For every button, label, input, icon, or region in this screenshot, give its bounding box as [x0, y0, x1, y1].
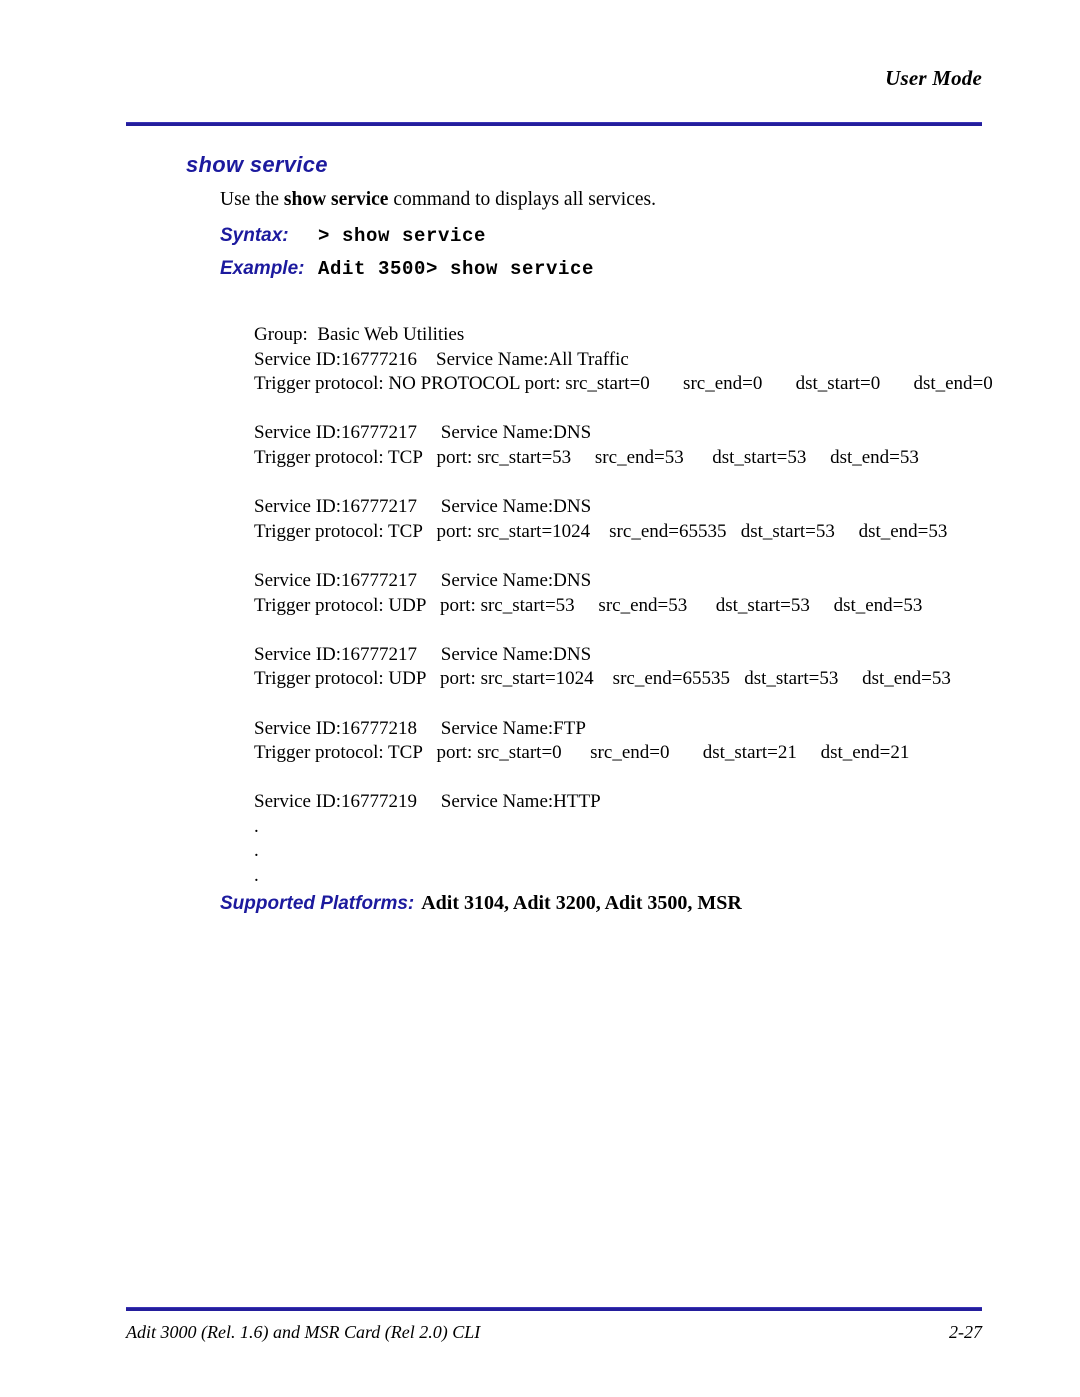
- output-continuation-dot: .: [254, 840, 259, 862]
- syntax-value: > show service: [318, 225, 487, 247]
- output-service-id-line: Service ID:16777216 Service Name:All Tra…: [254, 348, 629, 370]
- intro-command-name: show service: [283, 189, 389, 210]
- output-trigger-line: Trigger protocol: TCP port: src_start=10…: [254, 520, 948, 542]
- output-continuation-dot: .: [254, 865, 259, 887]
- output-blank-line: [254, 544, 994, 569]
- output-trigger-line: Trigger protocol: UDP port: src_start=10…: [254, 668, 951, 690]
- supported-platforms-value: Adit 3104, Adit 3200, Adit 3500, MSR: [421, 892, 742, 914]
- output-service-id-line: Service ID:16777217 Service Name:DNS: [254, 496, 592, 518]
- cli-output-listing: Group: Basic Web Utilities Service ID:16…: [254, 323, 994, 889]
- running-head-user-mode: User Mode: [885, 66, 982, 90]
- output-service-id-line: Service ID:16777218 Service Name:FTP: [254, 717, 586, 739]
- output-service-id-line: Service ID:16777217 Service Name:DNS: [254, 643, 592, 665]
- intro-paragraph: Use the show service command to displays…: [220, 189, 656, 211]
- footer-rule-divider: [126, 1307, 982, 1311]
- example-row: Example: Adit 3500> show service: [220, 259, 594, 279]
- output-trigger-line: Trigger protocol: NO PROTOCOL port: src_…: [254, 373, 993, 395]
- example-label: Example:: [220, 258, 305, 279]
- output-blank-line: [254, 766, 994, 791]
- intro-text-after: command to displays all services.: [388, 189, 656, 210]
- output-group-line: Group: Basic Web Utilities: [254, 324, 465, 345]
- output-blank-line: [254, 618, 994, 643]
- output-trigger-line: Trigger protocol: TCP port: src_start=0 …: [254, 742, 910, 764]
- syntax-row: Syntax: > show service: [220, 226, 486, 246]
- output-service-id-line: Service ID:16777217 Service Name:DNS: [254, 422, 592, 444]
- output-blank-line: [254, 471, 994, 496]
- output-trigger-line: Trigger protocol: UDP port: src_start=53…: [254, 594, 923, 616]
- intro-text-before: Use the: [220, 189, 284, 210]
- output-service-id-line: Service ID:16777217 Service Name:DNS: [254, 569, 592, 591]
- supported-platforms-row: Supported Platforms: Adit 3104, Adit 3200…: [220, 893, 742, 913]
- output-trigger-line: Trigger protocol: TCP port: src_start=53…: [254, 446, 919, 468]
- example-value: Adit 3500> show service: [318, 258, 595, 280]
- supported-platforms-label: Supported Platforms:: [220, 893, 415, 914]
- output-service-id-line: Service ID:16777219 Service Name:HTTP: [254, 791, 601, 813]
- page-title: show service: [186, 152, 328, 177]
- output-blank-line: [254, 692, 994, 717]
- header-rule-divider: [126, 122, 982, 126]
- output-continuation-dot: .: [254, 815, 259, 837]
- syntax-label: Syntax:: [220, 225, 289, 246]
- output-blank-line: [254, 397, 994, 422]
- footer-page-number: 2-27: [949, 1322, 982, 1342]
